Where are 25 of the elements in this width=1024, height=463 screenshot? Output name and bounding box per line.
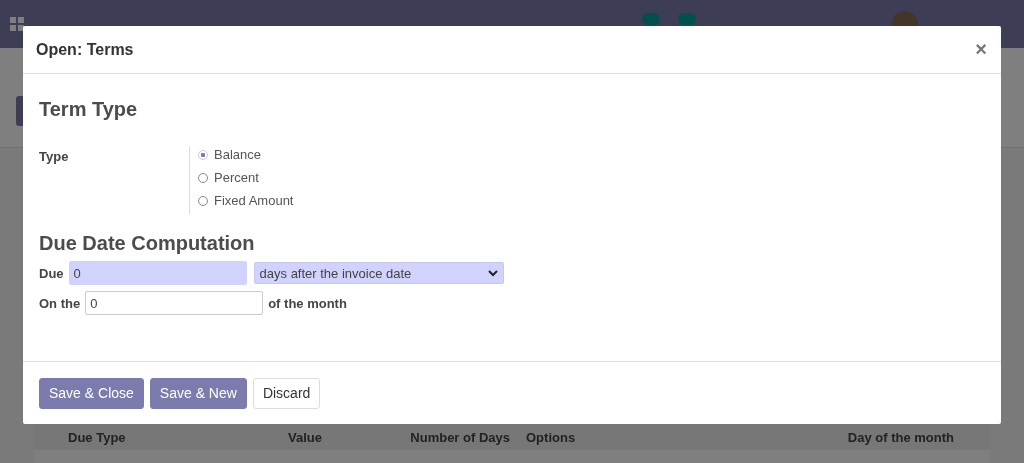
column-header[interactable]: Number of Days xyxy=(330,429,518,445)
field-label: of the month xyxy=(268,295,347,311)
days-input[interactable]: 0 xyxy=(68,261,247,285)
column-header[interactable]: Day of the month xyxy=(762,429,962,445)
section-heading: Due Date Computation xyxy=(39,232,256,255)
section-heading: Term Type xyxy=(39,98,139,121)
dialog-title: Open: Terms xyxy=(36,40,134,59)
dialog-button[interactable]: Save & New xyxy=(149,377,247,409)
apps-grid-icon[interactable] xyxy=(10,17,24,31)
day-of-month-input[interactable]: 0 xyxy=(85,291,264,315)
radio-label[interactable]: Fixed Amount xyxy=(214,193,294,208)
close-button[interactable]: × xyxy=(973,38,989,61)
dialog-button[interactable]: Discard xyxy=(252,377,321,409)
due-option-select[interactable]: days after the invoice date xyxy=(253,262,504,284)
chevron-down-icon xyxy=(487,269,498,277)
radio-label[interactable]: Percent xyxy=(214,170,259,185)
column-header[interactable]: Due Type xyxy=(34,429,188,445)
radio-label[interactable]: Balance xyxy=(214,147,261,162)
field-label: Due xyxy=(39,265,64,281)
column-header[interactable]: Value xyxy=(188,429,330,445)
column-header[interactable]: Options xyxy=(518,429,762,445)
field-label: Type xyxy=(39,148,70,166)
radio-button[interactable] xyxy=(198,149,208,160)
dialog-button[interactable]: Save & Close xyxy=(39,377,144,409)
field-label: On the xyxy=(39,295,81,311)
